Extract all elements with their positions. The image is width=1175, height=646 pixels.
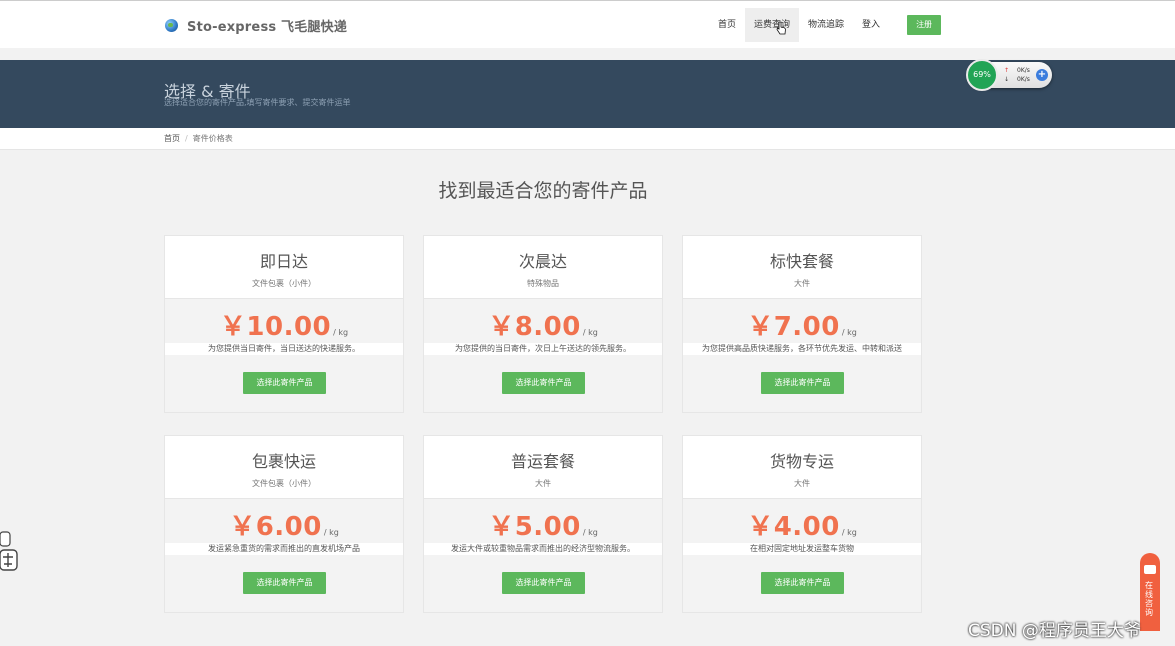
price-row: ￥5.00/ kg: [424, 506, 662, 543]
chat-bubble-icon: [1144, 565, 1156, 574]
product-card: 即日达 文件包裹（小件） ￥10.00/ kg 为您提供当日寄件，当日送达的快递…: [164, 235, 404, 413]
product-title: 货物专运: [769, 452, 834, 471]
product-price: ￥4.00: [747, 512, 840, 542]
nav-freight-query[interactable]: 运费查询: [745, 8, 800, 42]
upload-speed-value: 0K/s: [1017, 67, 1030, 74]
product-title: 次晨达: [518, 252, 567, 271]
breadcrumb-home[interactable]: 首页: [164, 134, 180, 143]
select-product-button[interactable]: 选择此寄件产品: [761, 372, 844, 394]
product-price: ￥10.00: [219, 312, 332, 342]
price-unit: / kg: [582, 328, 598, 337]
select-product-button[interactable]: 选择此寄件产品: [243, 372, 326, 394]
card-header: 货物专运 大件: [683, 436, 921, 499]
breadcrumb-bar: 首页 / 寄件价格表: [0, 128, 1175, 150]
card-header: 包裹快运 文件包裹（小件）: [165, 436, 403, 499]
card-header: 普运套餐 大件: [424, 436, 662, 499]
product-subtitle: 文件包裹（小件）: [252, 479, 316, 488]
online-chat-button[interactable]: 在线咨询: [1140, 553, 1160, 631]
top-navbar: Sto-express 飞毛腿快递 首页 运费查询 物流追踪 登入 注册: [0, 0, 1175, 48]
product-card: 标快套餐 大件 ￥7.00/ kg 为您提供高品质快递服务，各环节优先发运、中转…: [682, 235, 922, 413]
product-description: 发运紧急重货的需求而推出的直发机场产品: [165, 543, 403, 555]
product-card: 包裹快运 文件包裹（小件） ￥6.00/ kg 发运紧急重货的需求而推出的直发机…: [164, 435, 404, 613]
speed-percent: 69%: [966, 59, 998, 91]
product-title: 标快套餐: [769, 252, 834, 271]
price-unit: / kg: [323, 528, 339, 537]
brand[interactable]: Sto-express 飞毛腿快递: [165, 16, 347, 35]
page-heading: 找到最适合您的寄件产品: [438, 180, 648, 202]
select-product-button[interactable]: 选择此寄件产品: [502, 372, 585, 394]
main-nav: 首页 运费查询 物流追踪 登入 注册: [709, 8, 942, 42]
watermark: CSDN @程序员王大爷: [968, 621, 1141, 641]
product-card: 次晨达 特殊物品 ￥8.00/ kg 为您提供的当日寄件，次日上午送达的领先服务…: [423, 235, 663, 413]
product-description: 为您提供的当日寄件，次日上午送达的领先服务。: [424, 343, 662, 355]
product-card: 货物专运 大件 ￥4.00/ kg 在相对固定地址发运整车货物 选择此寄件产品: [682, 435, 922, 613]
price-row: ￥10.00/ kg: [165, 306, 403, 343]
product-description: 为您提供高品质快递服务，各环节优先发运、中转和派送: [683, 343, 921, 355]
price-unit: / kg: [582, 528, 598, 537]
banner-subtitle: 选择适合您的寄件产品,填写寄件要求、提交寄件运单: [164, 98, 351, 107]
down-arrow-icon: ↓: [1004, 76, 1010, 83]
register-button[interactable]: 注册: [907, 15, 942, 35]
card-header: 即日达 文件包裹（小件）: [165, 236, 403, 299]
nav-login[interactable]: 登入: [853, 8, 889, 42]
brand-name: Sto-express 飞毛腿快递: [187, 20, 348, 35]
price-unit: / kg: [333, 328, 349, 337]
price-row: ￥4.00/ kg: [683, 506, 921, 543]
upload-speed: ↑ 0K/s: [1004, 67, 1040, 74]
price-unit: / kg: [841, 328, 857, 337]
breadcrumb-separator: /: [185, 134, 188, 143]
product-price: ￥6.00: [229, 512, 322, 542]
sticker-decoration-icon: [0, 531, 18, 571]
product-description: 发运大件或较重物品需求而推出的经济型物流服务。: [424, 543, 662, 555]
nav-tracking[interactable]: 物流追踪: [799, 8, 853, 42]
product-subtitle: 大件: [794, 279, 810, 288]
product-subtitle: 文件包裹（小件）: [252, 279, 316, 288]
product-subtitle: 大件: [794, 479, 810, 488]
price-row: ￥6.00/ kg: [165, 506, 403, 543]
price-row: ￥7.00/ kg: [683, 306, 921, 343]
plus-icon[interactable]: +: [1036, 69, 1048, 81]
up-arrow-icon: ↑: [1004, 67, 1010, 74]
product-title: 普运套餐: [510, 452, 575, 471]
product-price: ￥5.00: [488, 512, 581, 542]
card-header: 次晨达 特殊物品: [424, 236, 662, 299]
download-speed: ↓ 0K/s: [1004, 76, 1040, 83]
mouse-pointer-icon: [776, 21, 786, 35]
price-unit: / kg: [841, 528, 857, 537]
download-speed-value: 0K/s: [1017, 76, 1030, 83]
product-subtitle: 特殊物品: [527, 279, 559, 288]
breadcrumb: 首页 / 寄件价格表: [164, 133, 233, 144]
select-product-button[interactable]: 选择此寄件产品: [502, 572, 585, 594]
product-price: ￥7.00: [747, 312, 840, 342]
product-description: 为您提供当日寄件，当日送达的快递服务。: [165, 343, 403, 355]
product-title: 包裹快运: [251, 452, 316, 471]
product-subtitle: 大件: [535, 479, 551, 488]
product-description: 在相对固定地址发运整车货物: [683, 543, 921, 555]
product-price: ￥8.00: [488, 312, 581, 342]
nav-home[interactable]: 首页: [709, 8, 745, 42]
card-header: 标快套餐 大件: [683, 236, 921, 299]
globe-logo-icon: [165, 19, 178, 32]
breadcrumb-current: 寄件价格表: [192, 134, 233, 143]
select-product-button[interactable]: 选择此寄件产品: [761, 572, 844, 594]
price-row: ￥8.00/ kg: [424, 306, 662, 343]
chat-label: 在线咨询: [1145, 581, 1153, 617]
product-card: 普运套餐 大件 ￥5.00/ kg 发运大件或较重物品需求而推出的经济型物流服务…: [423, 435, 663, 613]
network-speed-widget[interactable]: 69% ↑ 0K/s ↓ 0K/s +: [966, 59, 1052, 91]
product-title: 即日达: [259, 252, 308, 271]
select-product-button[interactable]: 选择此寄件产品: [243, 572, 326, 594]
